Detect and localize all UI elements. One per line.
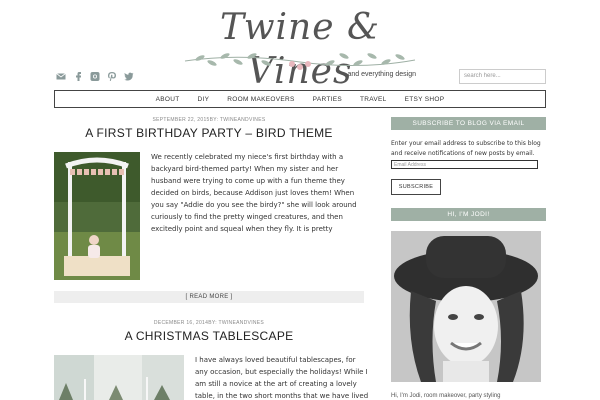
about-text: Hi, I'm Jodi, room makeover, party styli… (391, 393, 501, 399)
search-input[interactable]: search here... (459, 69, 546, 84)
facebook-icon[interactable] (73, 71, 83, 82)
post-meta: DECEMBER 16, 2014BY: TWINEANDVINES (153, 320, 265, 326)
nav-item-travel[interactable]: TRAVEL (351, 96, 396, 103)
subscribe-button[interactable]: SUBSCRIBE (391, 179, 441, 195)
nav-item-parties[interactable]: PARTIES (304, 96, 351, 103)
nav-item-about[interactable]: ABOUT (147, 96, 189, 103)
post-excerpt: I have always loved beautiful tablescape… (195, 356, 369, 400)
social-icons (56, 71, 134, 82)
nav-item-diy[interactable]: DIY (189, 96, 219, 103)
twitter-icon[interactable] (124, 71, 134, 82)
main-nav: ABOUT DIY ROOM MAKEOVERS PARTIES TRAVEL … (54, 90, 546, 108)
mail-icon[interactable] (56, 71, 66, 82)
author-photo (391, 231, 541, 382)
instagram-icon[interactable] (90, 71, 100, 82)
post-excerpt: We recently celebrated my niece's first … (151, 153, 357, 233)
nav-item-etsy-shop[interactable]: ETSY SHOP (396, 96, 454, 103)
post-image-birthday[interactable] (54, 152, 140, 280)
read-more-button[interactable]: [ READ MORE ] (54, 291, 364, 303)
email-field[interactable]: Email Address (391, 160, 538, 169)
post-meta: SEPTEMBER 22, 2015BY: TWINEANDVINES (152, 117, 266, 123)
logo-tagline: and everything design (347, 71, 417, 78)
pinterest-icon[interactable] (107, 71, 117, 82)
post-title[interactable]: A FIRST BIRTHDAY PARTY – BIRD THEME (54, 126, 364, 140)
post-image-tablescape[interactable] (54, 355, 184, 400)
subscribe-text: Enter your email address to subscribe to… (391, 140, 541, 157)
about-heading: HI, I'M JODI! (391, 208, 546, 221)
post-title[interactable]: A CHRISTMAS TABLESCAPE (54, 329, 364, 343)
site-logo[interactable]: Twine & Vines and everything design (180, 6, 420, 92)
nav-item-room-makeovers[interactable]: ROOM MAKEOVERS (218, 96, 303, 103)
subscribe-heading: SUBSCRIBE TO BLOG VIA EMAIL (391, 117, 546, 130)
